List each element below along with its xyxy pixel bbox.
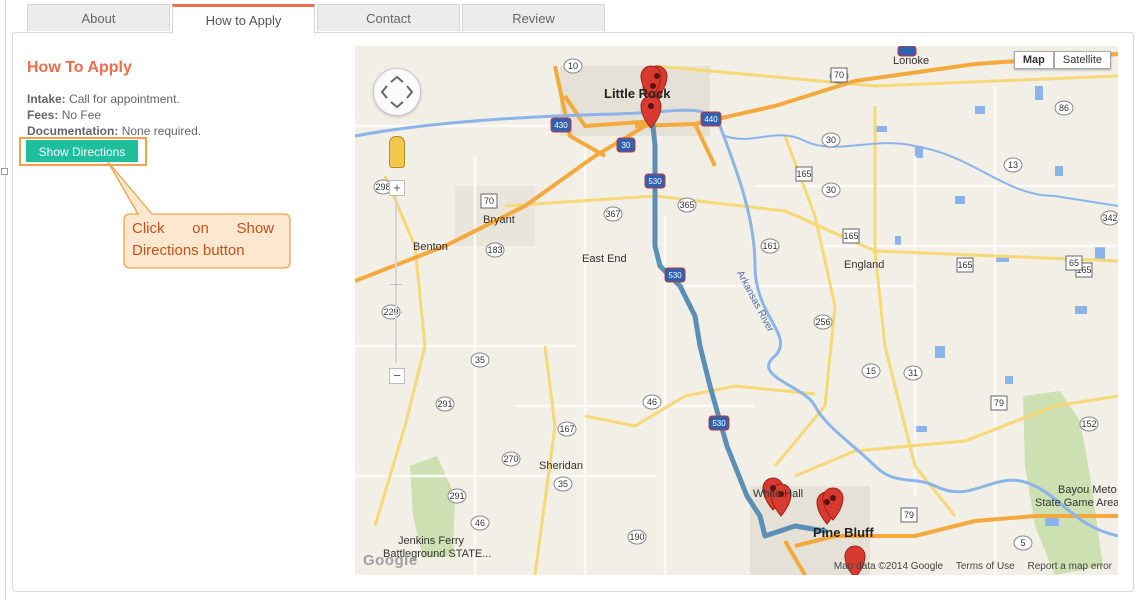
section-title: How To Apply (27, 59, 132, 76)
svg-text:165: 165 (957, 260, 972, 270)
svg-text:165: 165 (843, 231, 858, 241)
svg-text:46: 46 (475, 518, 485, 528)
street-view-pegman-icon[interactable] (389, 136, 405, 168)
svg-text:190: 190 (629, 532, 644, 542)
callout-line-2: Directions button (132, 242, 245, 259)
svg-text:31: 31 (908, 368, 918, 378)
place-label-little-rock: Little Rock (604, 86, 671, 101)
zoom-slider-track[interactable] (395, 193, 397, 363)
tab-review[interactable]: Review (462, 4, 605, 31)
fees-label: Fees: (27, 108, 59, 122)
svg-text:165: 165 (796, 169, 811, 179)
place-label-bryant: Bryant (483, 214, 515, 226)
map-type-satellite-button[interactable]: Satellite (1053, 51, 1111, 69)
zoom-tick-mark (390, 312, 402, 313)
place-label-bayou-meto: Bayou Meto (1058, 484, 1117, 496)
place-label-white-hall: White Hall (753, 488, 804, 500)
place-label-east-end: East End (582, 253, 627, 265)
fees-line: Fees: No Fee (27, 107, 101, 123)
svg-text:15: 15 (866, 366, 876, 376)
svg-text:10: 10 (568, 61, 578, 71)
zoom-slider-handle[interactable] (390, 284, 402, 285)
tab-bar: About How to Apply Contact Review (27, 4, 607, 34)
callout-text: Click on Show Directions button (132, 218, 274, 262)
zoom-out-button[interactable]: − (389, 368, 405, 384)
svg-text:35: 35 (558, 479, 568, 489)
svg-text:367: 367 (605, 209, 620, 219)
svg-text:440: 440 (704, 115, 718, 124)
svg-text:79: 79 (994, 398, 1004, 408)
zoom-in-button[interactable]: + (389, 180, 405, 196)
tab-contact[interactable]: Contact (317, 4, 460, 31)
map-type-map-button[interactable]: Map (1013, 51, 1054, 69)
fees-value: No Fee (61, 108, 102, 122)
map-view[interactable]: 10 107 86 30 13 367 365 161 256 183 35 4… (355, 46, 1118, 575)
svg-text:530: 530 (648, 177, 662, 186)
svg-text:161: 161 (762, 241, 777, 251)
svg-text:5: 5 (1020, 538, 1025, 548)
svg-text:270: 270 (503, 454, 518, 464)
svg-text:152: 152 (1081, 419, 1096, 429)
map-attribution: Map data ©2014 Google Terms of Use Repor… (824, 561, 1112, 572)
map-canvas: 10 107 86 30 13 367 365 161 256 183 35 4… (355, 46, 1118, 575)
pan-control[interactable] (373, 68, 421, 116)
place-label-bayou-meto-2: State Game Area (1035, 497, 1118, 509)
show-directions-button[interactable]: Show Directions (26, 140, 138, 162)
place-label-benton: Benton (413, 241, 448, 253)
intake-label: Intake: (27, 92, 66, 106)
intake-value: Call for appointment. (69, 92, 180, 106)
place-label-pine-bluff: Pine Bluff (813, 525, 874, 540)
callout-line-1: Click on Show (132, 220, 274, 237)
svg-text:183: 183 (487, 245, 502, 255)
intake-line: Intake: Call for appointment. (27, 91, 180, 107)
documentation-value: None required. (121, 124, 202, 138)
svg-text:30: 30 (622, 141, 631, 150)
place-label-jenkins-ferry: Jenkins Ferry (398, 535, 465, 547)
svg-text:13: 13 (1008, 160, 1018, 170)
svg-text:256: 256 (815, 317, 830, 327)
svg-text:70: 70 (834, 70, 844, 80)
pan-arrows-icon (380, 75, 414, 109)
svg-text:365: 365 (679, 200, 694, 210)
svg-text:30: 30 (826, 135, 836, 145)
documentation-label: Documentation: (27, 124, 119, 138)
map-type-control: Map Satellite (1013, 51, 1111, 69)
svg-text:46: 46 (647, 397, 657, 407)
svg-text:35: 35 (475, 355, 485, 365)
map-data-credit: Map data ©2014 Google (833, 561, 944, 572)
terms-of-use-link[interactable]: Terms of Use (956, 561, 1015, 572)
svg-text:530: 530 (712, 419, 726, 428)
svg-text:30: 30 (826, 185, 836, 195)
tab-how-to-apply[interactable]: How to Apply (172, 4, 315, 34)
svg-text:79: 79 (904, 510, 914, 520)
left-border-rule (5, 0, 6, 600)
svg-text:291: 291 (449, 491, 464, 501)
svg-text:291: 291 (437, 399, 452, 409)
google-logo: Google (363, 552, 418, 569)
svg-text:530: 530 (668, 271, 682, 280)
svg-text:167: 167 (559, 424, 574, 434)
svg-text:65: 65 (1069, 258, 1079, 268)
place-label-lonoke: Lonoke (893, 55, 930, 67)
tab-about[interactable]: About (27, 4, 170, 31)
svg-text:70: 70 (484, 196, 494, 206)
place-label-england: England (844, 259, 885, 271)
resize-handle[interactable] (1, 168, 8, 175)
svg-text:86: 86 (1059, 103, 1069, 113)
place-label-sheridan: Sheridan (539, 460, 584, 472)
svg-text:430: 430 (554, 121, 568, 130)
svg-text:342: 342 (1102, 213, 1117, 223)
report-map-error-link[interactable]: Report a map error (1028, 561, 1112, 572)
